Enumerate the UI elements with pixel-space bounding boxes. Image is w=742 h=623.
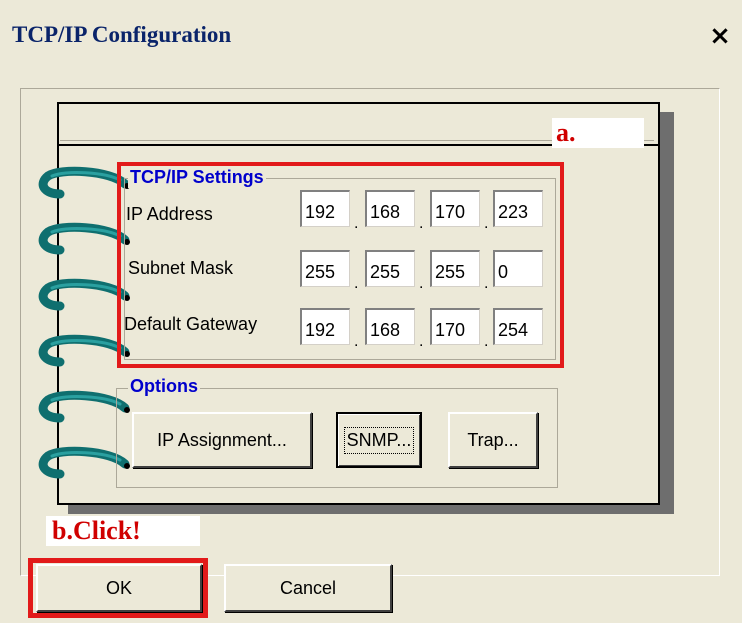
ip-assignment-button[interactable]: IP Assignment...: [132, 412, 312, 468]
ip-assignment-label: IP Assignment...: [157, 429, 287, 450]
annotation-a: a.: [552, 118, 644, 148]
window-title: TCP/IP Configuration: [12, 22, 232, 47]
cancel-label: Cancel: [279, 577, 337, 598]
options-title: Options: [128, 376, 200, 397]
close-button[interactable]: ×: [703, 18, 737, 54]
close-icon: ×: [709, 21, 731, 51]
notebook-rings-icon: [38, 166, 130, 479]
snmp-label: SNMP...: [343, 426, 415, 454]
annotation-a-highlight-box: [117, 162, 564, 368]
trap-label: Trap...: [467, 429, 519, 450]
cancel-button[interactable]: Cancel: [224, 564, 392, 612]
annotation-b: b.Click!: [46, 516, 200, 546]
trap-button[interactable]: Trap...: [448, 412, 538, 468]
snmp-button[interactable]: SNMP...: [336, 412, 422, 468]
title-bar: TCP/IP Configuration ×: [0, 0, 742, 72]
annotation-b-highlight-box: [28, 558, 208, 618]
